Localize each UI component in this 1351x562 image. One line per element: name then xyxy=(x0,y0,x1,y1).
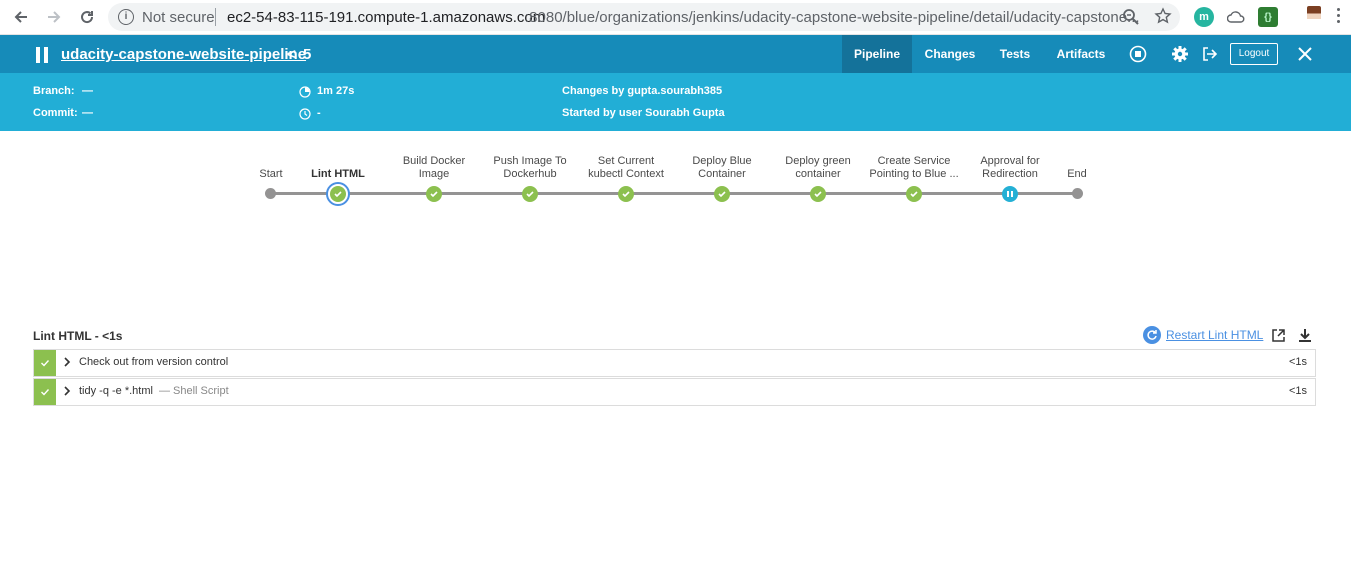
check-icon[interactable] xyxy=(618,186,634,202)
logout-button[interactable]: Logout xyxy=(1230,43,1278,65)
restart-icon[interactable] xyxy=(1143,326,1161,344)
step-name: Check out from version control xyxy=(79,356,229,368)
back-icon[interactable] xyxy=(9,5,33,29)
check-icon[interactable] xyxy=(330,186,346,202)
duration-value: 1m 27s xyxy=(317,85,355,97)
pipeline-name-link[interactable]: udacity-capstone-website-pipeline xyxy=(61,46,306,63)
duration-icon xyxy=(299,85,311,103)
changes-text: Changes by gupta.sourabh385 xyxy=(562,85,723,97)
run-separator: < xyxy=(287,46,296,63)
open-external-icon[interactable] xyxy=(1271,328,1286,348)
check-icon xyxy=(34,379,56,405)
check-icon[interactable] xyxy=(426,186,442,202)
reload-icon[interactable] xyxy=(75,5,99,29)
commit-label: Commit: xyxy=(33,107,78,119)
step-name: tidy -q -e *.html — Shell Script xyxy=(79,385,229,397)
divider xyxy=(215,8,216,26)
branch-value: — xyxy=(82,85,93,97)
step-duration: <1s xyxy=(1288,385,1307,397)
step-type: — Shell Script xyxy=(158,385,229,397)
stage-label-set-kubectl-context[interactable]: Set Current kubectl Context xyxy=(581,155,671,181)
restart-stage-button[interactable]: Restart Lint HTML xyxy=(1143,326,1263,344)
browser-menu-icon[interactable] xyxy=(1337,8,1341,23)
stage-label-end: End xyxy=(1067,168,1087,180)
end-node xyxy=(1072,188,1083,199)
url-host: ec2-54-83-115-191.compute-1.amazonaws.co… xyxy=(227,9,546,26)
stage-label-push-image[interactable]: Push Image To Dockerhub xyxy=(485,155,575,181)
stage-label-lint-html[interactable]: Lint HTML xyxy=(293,168,383,181)
stage-label-deploy-blue[interactable]: Deploy Blue Container xyxy=(677,155,767,181)
paused-icon[interactable] xyxy=(1002,186,1018,202)
check-icon[interactable] xyxy=(522,186,538,202)
check-icon[interactable] xyxy=(714,186,730,202)
step-duration: <1s xyxy=(1288,356,1307,368)
extension-m-icon[interactable]: m xyxy=(1194,7,1214,27)
ended-value: - xyxy=(317,107,321,119)
address-bar[interactable]: i Not secure ec2-54-83-115-191.compute-1… xyxy=(108,3,1180,31)
gear-icon[interactable] xyxy=(1170,44,1190,64)
stage-label-build-docker-image[interactable]: Build Docker Image xyxy=(389,155,479,181)
tab-artifacts[interactable]: Artifacts xyxy=(1052,35,1110,73)
info-icon[interactable]: i xyxy=(118,9,134,25)
stage-label-create-service[interactable]: Create Service Pointing to Blue ... xyxy=(869,155,959,181)
step-row[interactable]: Check out from version control <1s xyxy=(33,349,1316,377)
stop-icon[interactable] xyxy=(1128,44,1148,64)
bookmark-star-icon[interactable] xyxy=(1154,7,1172,30)
zoom-icon[interactable] xyxy=(1122,8,1140,31)
step-row[interactable]: tidy -q -e *.html — Shell Script <1s xyxy=(33,378,1316,406)
check-icon[interactable] xyxy=(810,186,826,202)
commit-value: — xyxy=(82,107,93,119)
stage-steps-title: Lint HTML - <1s xyxy=(33,329,123,343)
tab-pipeline[interactable]: Pipeline xyxy=(842,35,912,73)
run-summary-bar xyxy=(0,73,1351,131)
forward-icon[interactable] xyxy=(42,5,66,29)
chevron-right-icon[interactable] xyxy=(63,385,71,400)
security-label: Not secure xyxy=(142,9,215,26)
pause-status-icon xyxy=(36,47,50,63)
started-by-text: Started by user Sourabh Gupta xyxy=(562,107,725,119)
pipeline-connector xyxy=(271,192,1078,195)
run-number: 5 xyxy=(303,46,312,63)
close-icon[interactable] xyxy=(1295,44,1315,64)
check-icon xyxy=(34,350,56,376)
extension-cloud-icon[interactable] xyxy=(1226,7,1246,27)
chevron-right-icon[interactable] xyxy=(63,356,71,371)
start-node xyxy=(265,188,276,199)
browser-toolbar: i Not secure ec2-54-83-115-191.compute-1… xyxy=(0,0,1351,35)
profile-avatar[interactable] xyxy=(1307,6,1321,28)
tab-tests[interactable]: Tests xyxy=(994,35,1036,73)
stage-label-deploy-green[interactable]: Deploy green container xyxy=(773,155,863,181)
check-icon[interactable] xyxy=(906,186,922,202)
branch-label: Branch: xyxy=(33,85,75,97)
exit-icon[interactable] xyxy=(1200,44,1220,64)
restart-stage-label[interactable]: Restart Lint HTML xyxy=(1166,328,1263,342)
clock-icon xyxy=(299,107,311,125)
url-path: :8080/blue/organizations/jenkins/udacity… xyxy=(525,9,1140,26)
download-icon[interactable] xyxy=(1298,328,1312,348)
tab-changes[interactable]: Changes xyxy=(918,35,982,73)
extension-json-icon[interactable]: {} xyxy=(1258,7,1278,27)
